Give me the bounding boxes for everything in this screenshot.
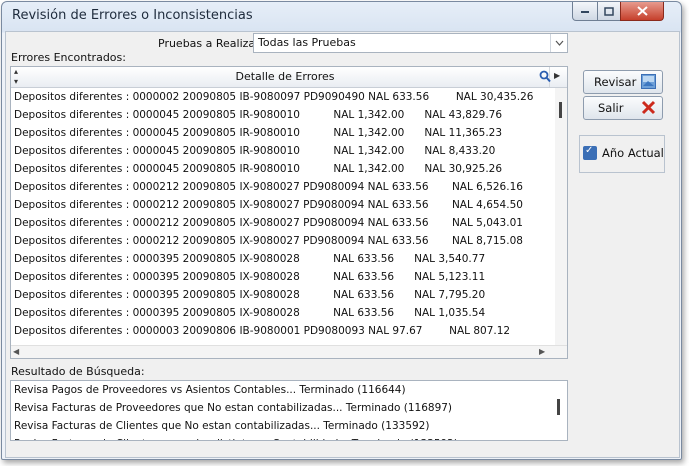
current-year-checkbox[interactable]: ✓ (583, 145, 597, 160)
table-row[interactable]: Depositos diferentes : 0000395 20090805 … (11, 304, 555, 322)
table-row[interactable]: Depositos diferentes : 0000212 20090805 … (11, 232, 555, 250)
window-title: Revisión de Errores o Inconsistencias (12, 8, 253, 23)
search-icon[interactable] (539, 70, 551, 84)
result-rows: Revisa Pagos de Proveedores vs Asientos … (11, 381, 567, 440)
table-row[interactable]: Depositos diferentes : 0000212 20090805 … (11, 196, 555, 214)
results-scrollbar-thumb[interactable] (557, 399, 560, 415)
table-row[interactable]: Depositos diferentes : 0000003 20090806 … (11, 322, 555, 340)
column-header-detail[interactable]: Detalle de Errores (21, 67, 550, 87)
table-row[interactable]: Depositos diferentes : 0000045 20090805 … (11, 160, 555, 178)
table-row[interactable]: Depositos diferentes : 0000045 20090805 … (11, 106, 555, 124)
close-button[interactable] (620, 2, 664, 21)
exit-button-label: Salir (598, 101, 624, 115)
chevron-down-icon[interactable] (550, 34, 567, 52)
review-button-label: Revisar (594, 75, 637, 89)
scrollbar-thumb[interactable] (559, 102, 562, 118)
minimize-button[interactable] (572, 2, 598, 21)
scroll-left-icon[interactable]: ◀ (13, 347, 19, 356)
errors-grid[interactable]: ▴ ▾ Detalle de Errores ▶ Depositos difere… (10, 66, 568, 359)
table-row[interactable]: Depositos diferentes : 0000045 20090805 … (11, 124, 555, 142)
minimize-icon (581, 11, 589, 13)
sort-icon[interactable]: ▴ ▾ (11, 67, 21, 87)
close-icon (636, 6, 648, 16)
results-section-label: Resultado de Búsqueda: (11, 365, 145, 378)
table-row[interactable]: Depositos diferentes : 0000395 20090805 … (11, 286, 555, 304)
errors-section-label: Errores Encontrados: (11, 51, 126, 64)
table-row[interactable]: Depositos diferentes : 0000212 20090805 … (11, 214, 555, 232)
grid-header: ▴ ▾ Detalle de Errores ▶ (11, 67, 567, 88)
list-item[interactable]: Revisa Facturas de Proveedores que No es… (11, 399, 567, 417)
table-row[interactable]: Depositos diferentes : 0000395 20090805 … (11, 268, 555, 286)
grid-vertical-scrollbar[interactable] (555, 88, 567, 345)
table-row[interactable]: Depositos diferentes : 0000395 20090805 … (11, 250, 555, 268)
list-item[interactable]: Revisa Facturas de Clientes con valor di… (11, 435, 567, 440)
grid-horizontal-scrollbar[interactable]: ◀ ▶ (11, 345, 567, 358)
error-rows: Depositos diferentes : 0000002 20090805 … (11, 88, 555, 340)
tests-label: Pruebas a Realizar (158, 37, 260, 50)
list-item[interactable]: Revisa Facturas de Clientes que No estan… (11, 417, 567, 435)
scroll-right-icon[interactable]: ▶ (539, 347, 545, 356)
table-row[interactable]: Depositos diferentes : 0000002 20090805 … (11, 88, 555, 106)
current-year-label: Año Actual (602, 146, 664, 160)
review-button[interactable]: Revisar (583, 70, 663, 94)
table-row[interactable]: Depositos diferentes : 0000045 20090805 … (11, 142, 555, 160)
maximize-button[interactable] (597, 2, 621, 21)
table-row[interactable]: Depositos diferentes : 0000212 20090805 … (11, 178, 555, 196)
results-list[interactable]: Revisa Pagos de Proveedores vs Asientos … (10, 380, 568, 441)
tests-select[interactable]: Todas las Pruebas (253, 33, 568, 53)
checkmark-icon: ✓ (585, 145, 594, 156)
scroll-right-arrow-icon[interactable]: ▶ (554, 71, 560, 80)
exit-icon (641, 100, 656, 115)
list-item[interactable]: Revisa Pagos de Proveedores vs Asientos … (11, 381, 567, 399)
maximize-icon (604, 6, 614, 16)
tests-select-value: Todas las Pruebas (258, 36, 356, 49)
exit-button[interactable]: Salir (583, 96, 663, 120)
review-icon (641, 74, 656, 89)
